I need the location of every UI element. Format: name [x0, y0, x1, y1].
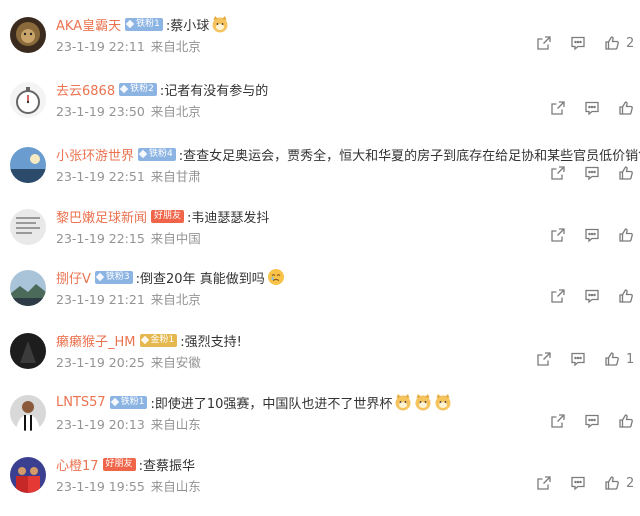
comment-item: 癞癞猴子_HM 金粉1 :强烈支持! 23-1-19 20:25 来自安徽 1 [0, 330, 640, 392]
comment-date: 23-1-19 20:25 [56, 355, 145, 370]
avatar-dark-photo-icon[interactable] [10, 333, 46, 369]
comment-icon[interactable] [570, 475, 586, 491]
comment-item: 黎巴嫩足球新闻 好朋友 :韦迪瑟瑟发抖 23-1-19 22:15 来自中国 [0, 206, 640, 268]
comment-date: 23-1-19 20:13 [56, 417, 145, 432]
comment-item: AKA皇霸天 铁粉1 :蔡小球 23-1-19 22:11 来自北京 2 [0, 14, 640, 76]
share-icon[interactable] [550, 288, 566, 304]
share-icon[interactable] [550, 165, 566, 181]
doge-emoji-icon [434, 393, 452, 411]
comment-icon[interactable] [584, 288, 600, 304]
username[interactable]: 小张环游世界 [56, 145, 134, 164]
comment-item: 小张环游世界 铁粉4 :查查女足奥运会，贾秀全，恒大和华夏的房子到底存在给足协和… [0, 144, 640, 206]
fan-badge[interactable]: 铁粉1 [125, 17, 163, 31]
diamond-icon [140, 335, 149, 345]
comment-text: :即使进了10强赛，中国队也进不了世界杯 [150, 396, 393, 412]
diamond-icon [138, 149, 148, 159]
comment-item: 去云6868 铁粉2 :记者有没有参与的 23-1-19 23:50 来自北京 [0, 79, 640, 141]
comment-text: :记者有没有参与的 [159, 83, 269, 99]
comment-location: 来自甘肃 [150, 169, 201, 184]
doge-emoji-icon [211, 15, 229, 33]
share-icon[interactable] [550, 227, 566, 243]
comment-date: 23-1-19 22:51 [56, 169, 145, 184]
avatar-player-icon[interactable] [10, 395, 46, 431]
like-icon[interactable] [618, 227, 634, 243]
comment-location: 来自安徽 [150, 355, 201, 370]
comment-location: 来自中国 [150, 231, 201, 246]
comment-icon[interactable] [584, 413, 600, 429]
avatar-landscape-icon[interactable] [10, 270, 46, 306]
comment-date: 23-1-19 23:50 [56, 104, 145, 119]
comment-location: 来自山东 [150, 479, 201, 494]
comment-icon[interactable] [570, 35, 586, 51]
diamond-icon [110, 397, 119, 407]
like-count: 1 [626, 351, 635, 367]
friend-badge[interactable]: 好朋友 [102, 457, 136, 471]
username[interactable]: AKA皇霸天 [56, 15, 121, 34]
comment-date: 23-1-19 21:21 [56, 292, 145, 307]
avatar-sky-icon[interactable] [10, 147, 46, 183]
like-icon[interactable] [604, 475, 620, 491]
username[interactable]: 癞癞猴子_HM [56, 331, 136, 350]
comment-location: 来自山东 [150, 417, 201, 432]
share-icon[interactable] [536, 351, 552, 367]
like-count: 2 [626, 35, 635, 51]
comment-text: :强烈支持! [180, 334, 242, 350]
diamond-icon [119, 84, 129, 94]
comment-item: LNTS57 铁粉1 :即使进了10强赛，中国队也进不了世界杯 23-1-19 … [0, 392, 640, 454]
share-icon[interactable] [550, 100, 566, 116]
doge-emoji-icon [394, 393, 412, 411]
like-icon[interactable] [618, 413, 634, 429]
like-icon[interactable] [618, 288, 634, 304]
like-icon[interactable] [604, 351, 620, 367]
avatar-stopwatch-icon[interactable] [10, 82, 46, 118]
comment-text: :蔡小球 [165, 18, 210, 34]
username[interactable]: 黎巴嫩足球新闻 [56, 207, 147, 226]
comment-icon[interactable] [570, 351, 586, 367]
comment-text: :查蔡振华 [138, 458, 195, 474]
doge-emoji-icon [414, 393, 432, 411]
comment-text: :韦迪瑟瑟发抖 [187, 210, 270, 226]
fan-badge[interactable]: 铁粉3 [94, 270, 133, 284]
comment-date: 23-1-19 19:55 [56, 479, 145, 494]
username[interactable]: 捌仔V [56, 268, 91, 287]
comment-text: :倒查20年 真能做到吗 [135, 271, 265, 287]
fan-badge[interactable]: 金粉1 [139, 333, 178, 347]
avatar-document-icon[interactable] [10, 209, 46, 245]
share-icon[interactable] [536, 475, 552, 491]
like-icon[interactable] [618, 100, 634, 116]
comment-location: 来自北京 [150, 292, 201, 307]
comment-icon[interactable] [584, 100, 600, 116]
like-icon[interactable] [604, 35, 620, 51]
diamond-icon [125, 19, 135, 29]
comment-date: 23-1-19 22:15 [56, 231, 145, 246]
comment-location: 来自北京 [150, 104, 201, 119]
share-icon[interactable] [536, 35, 552, 51]
diamond-icon [95, 272, 105, 282]
username[interactable]: LNTS57 [56, 395, 106, 410]
username[interactable]: 心橙17 [56, 455, 99, 474]
like-icon[interactable] [618, 165, 634, 181]
crying-face-emoji-icon [267, 268, 285, 286]
like-count: 2 [626, 475, 635, 491]
comment-date: 23-1-19 22:11 [56, 39, 145, 54]
comment-icon[interactable] [584, 165, 600, 181]
comment-icon[interactable] [584, 227, 600, 243]
comment-location: 来自北京 [150, 39, 201, 54]
fan-badge[interactable]: 铁粉1 [109, 395, 148, 409]
username[interactable]: 去云6868 [56, 80, 115, 99]
avatar-lion-icon[interactable] [10, 17, 46, 53]
comment-item: 心橙17 好朋友 :查蔡振华 23-1-19 19:55 来自山东 2 [0, 454, 640, 516]
avatar-team-icon[interactable] [10, 457, 46, 493]
comment-text: :查查女足奥运会，贾秀全，恒大和华夏的房子到底存在给足协和某些官员低价销售 [178, 148, 640, 164]
share-icon[interactable] [550, 413, 566, 429]
friend-badge[interactable]: 好朋友 [151, 209, 185, 223]
fan-badge[interactable]: 铁粉2 [119, 82, 157, 96]
comment-item: 捌仔V 铁粉3 :倒查20年 真能做到吗 23-1-19 21:21 来自北京 [0, 267, 640, 329]
fan-badge[interactable]: 铁粉4 [138, 147, 176, 161]
